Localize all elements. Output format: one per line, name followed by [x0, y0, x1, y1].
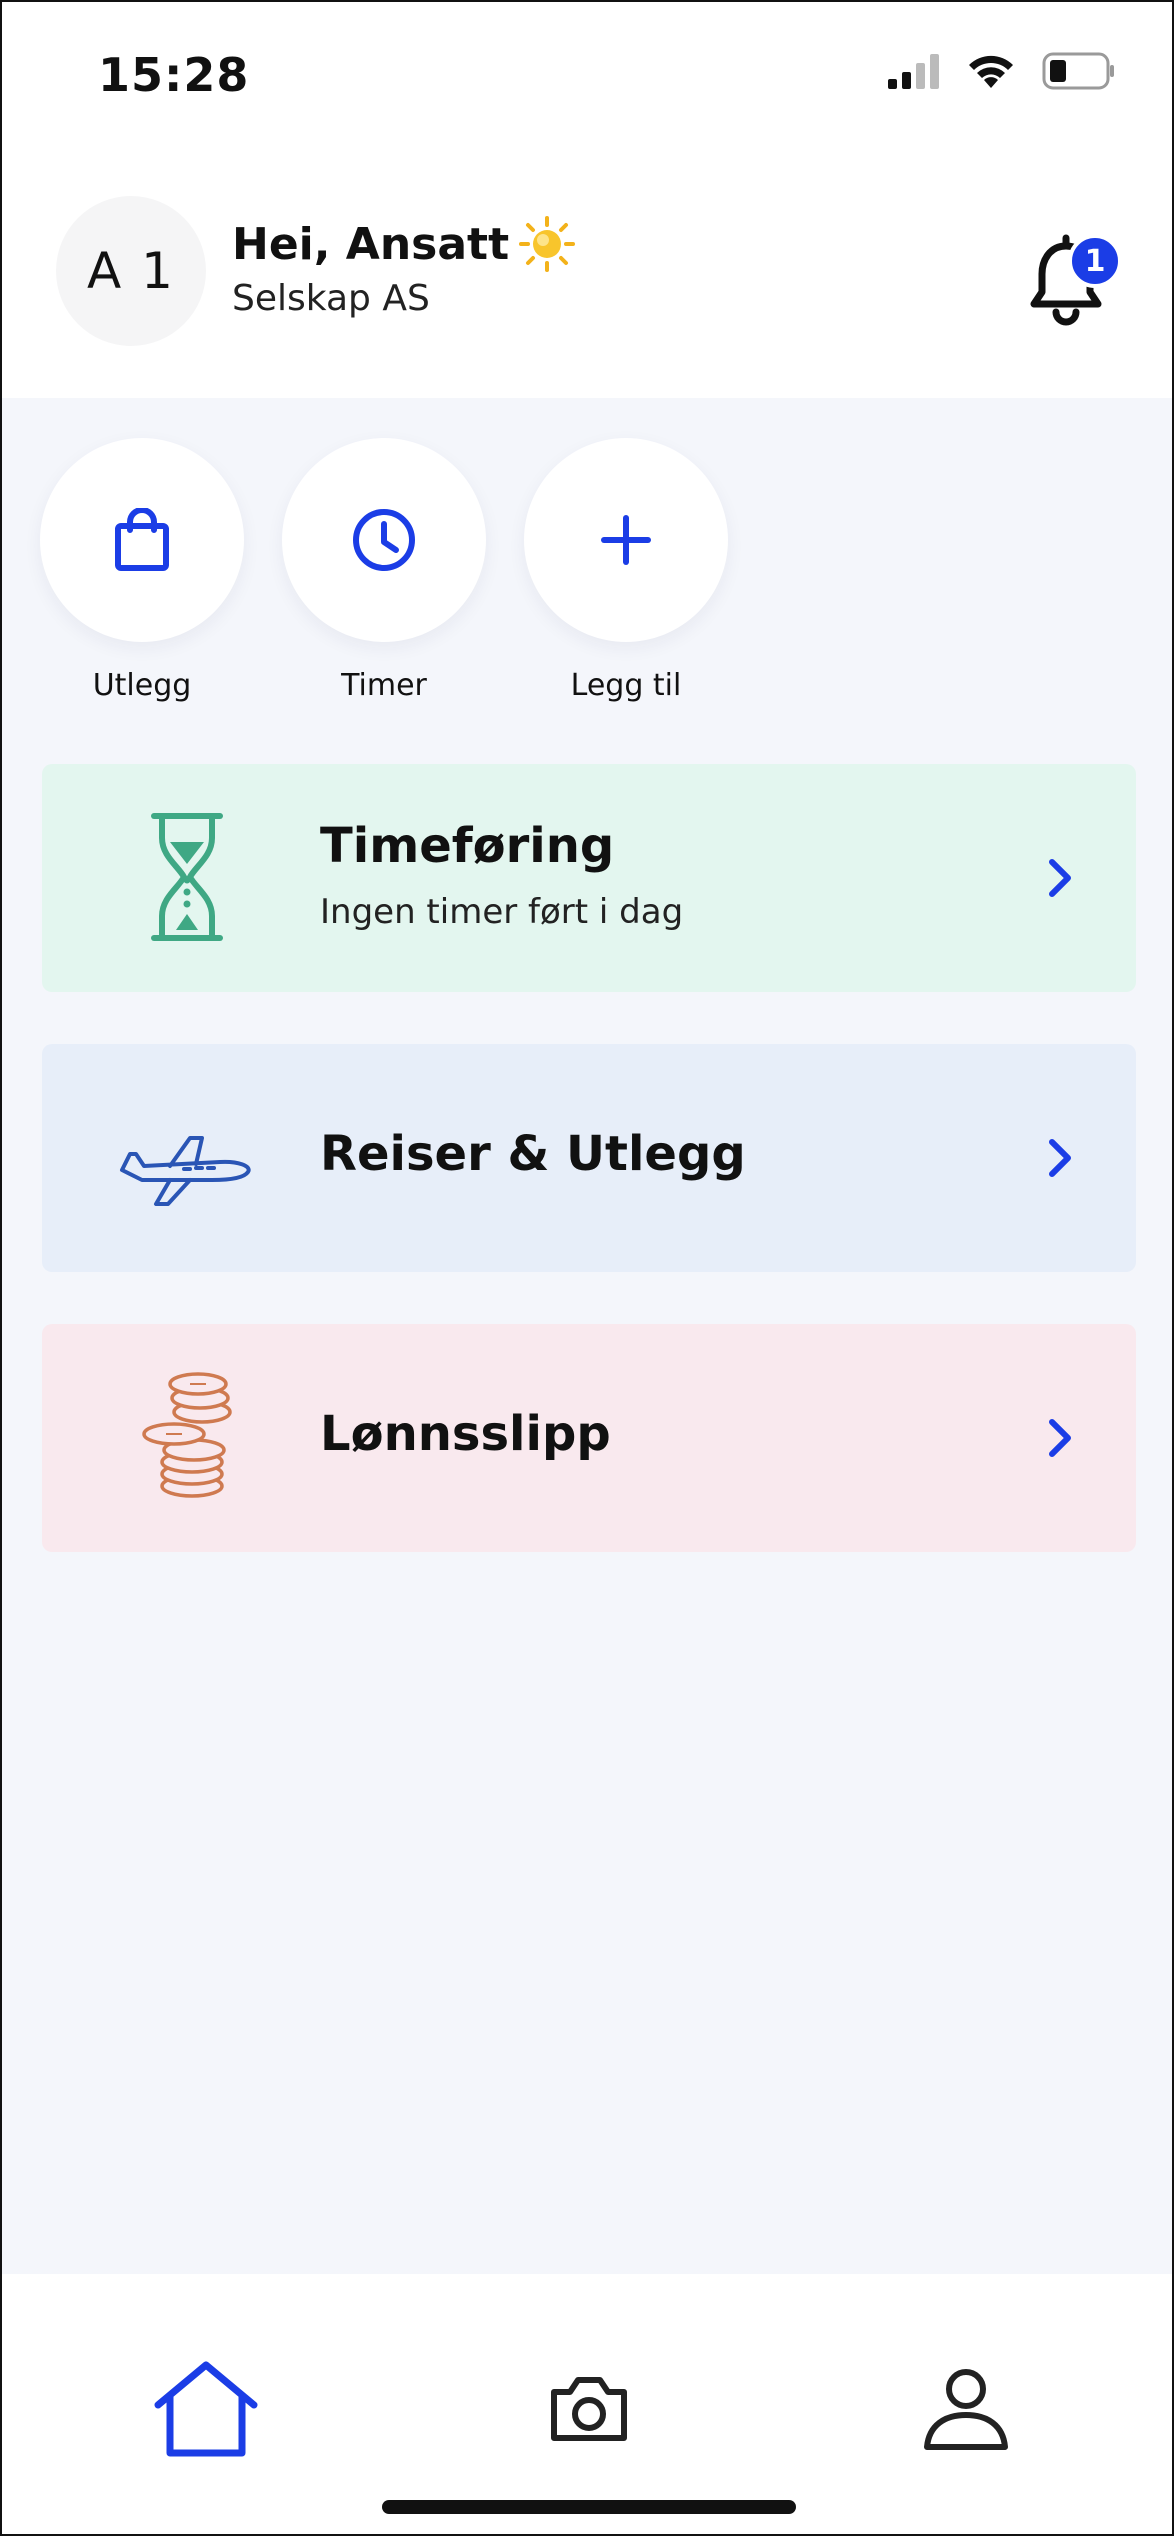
wifi-icon	[969, 55, 1013, 88]
app-screen: 15:28 A 1 Hei, Ansatt Selskap AS 1 Utleg…	[0, 0, 1174, 2536]
hourglass-icon	[151, 813, 223, 941]
chevron-right-icon	[1049, 1139, 1071, 1177]
main-content: Utlegg Timer Legg til Timeføring Ingen t…	[2, 398, 1172, 2274]
card-reiser-utlegg[interactable]: Reiser & Utlegg	[42, 1044, 1136, 1272]
quick-action-label: Timer	[341, 668, 427, 703]
card-lonnsslipp[interactable]: Lønnsslipp	[42, 1324, 1136, 1552]
quick-action-circle[interactable]	[40, 438, 244, 642]
quick-action-utlegg[interactable]: Utlegg	[40, 438, 244, 703]
quick-action-label: Legg til	[570, 668, 682, 703]
battery-icon	[1042, 52, 1114, 90]
card-timeforing[interactable]: Timeføring Ingen timer ført i dag	[42, 764, 1136, 992]
card-subtitle: Ingen timer ført i dag	[320, 892, 684, 932]
quick-action-timer[interactable]: Timer	[282, 438, 486, 703]
home-indicator[interactable]	[382, 2500, 796, 2514]
quick-action-circle[interactable]	[282, 438, 486, 642]
plus-icon	[601, 515, 651, 565]
cellular-signal-icon	[888, 54, 939, 89]
header: A 1 Hei, Ansatt Selskap AS	[2, 152, 1172, 398]
greeting-text: Hei, Ansatt	[232, 218, 510, 270]
shopping-bag-icon	[115, 508, 169, 571]
coins-icon	[142, 1372, 232, 1498]
home-icon	[154, 2361, 258, 2457]
status-time: 15:28	[98, 48, 250, 102]
camera-icon	[551, 2377, 627, 2441]
sun-icon	[519, 216, 576, 272]
user-icon	[924, 2369, 1008, 2450]
airplane-icon	[120, 1136, 251, 1206]
notification-badge: 1	[1068, 234, 1122, 288]
card-title: Lønnsslipp	[320, 1406, 611, 1462]
chevron-right-icon	[1049, 859, 1071, 897]
quick-action-circle[interactable]	[524, 438, 728, 642]
clock-icon	[353, 509, 415, 571]
status-icons	[886, 52, 1116, 90]
card-title: Timeføring	[320, 818, 615, 874]
nav-camera[interactable]	[529, 2354, 649, 2464]
nav-home[interactable]	[146, 2354, 266, 2464]
chevron-right-icon	[1049, 1419, 1071, 1457]
status-bar: 15:28	[2, 2, 1172, 152]
card-title: Reiser & Utlegg	[320, 1126, 746, 1182]
quick-action-label: Utlegg	[92, 668, 192, 703]
avatar[interactable]: A 1	[56, 196, 206, 346]
nav-profile[interactable]	[906, 2354, 1026, 2464]
bottom-nav	[2, 2274, 1172, 2534]
quick-action-legg-til[interactable]: Legg til	[524, 438, 728, 703]
company-name: Selskap AS	[232, 278, 430, 319]
greeting: Hei, Ansatt	[232, 216, 576, 272]
